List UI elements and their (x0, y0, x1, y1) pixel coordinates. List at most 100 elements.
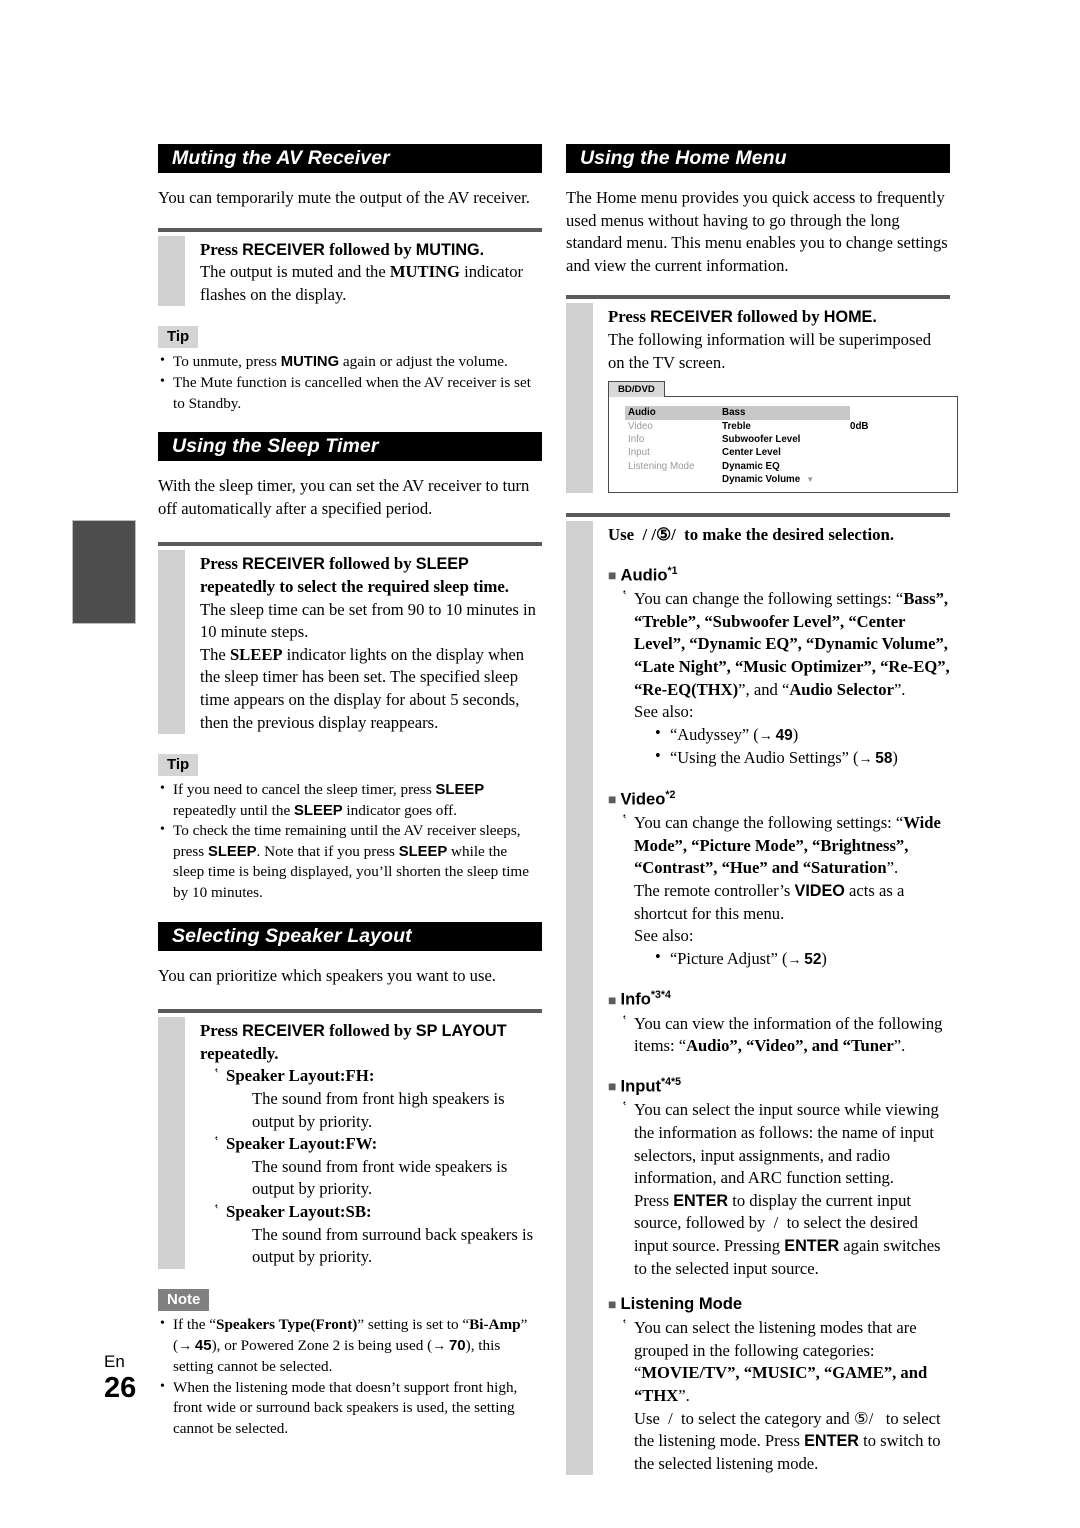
note-badge: Note (158, 1288, 210, 1311)
setting-bi-amp: Bi-Amp (469, 1315, 521, 1333)
osd-menu-item-info: Info (628, 433, 645, 445)
arrow-right-icon: → (432, 1337, 449, 1354)
tip-seg-a: If you need to cancel the sleep timer, p… (173, 781, 436, 799)
osd-input-tab-bd-dvd: BD/DVD (608, 381, 665, 398)
footnote-marker: *3*4 (650, 989, 671, 1002)
para-pre-text: You can change the following settings: “ (634, 813, 904, 833)
muting-tip-block: Tip To unmute, press MUTING again or adj… (158, 326, 542, 414)
osd-setting-bass: Bass (722, 406, 850, 420)
section-heading-muting: Muting the AV Receiver (158, 144, 542, 173)
audio-see-also-label: See also: (634, 702, 694, 722)
osd-menu-item-video: Video (628, 420, 653, 432)
lead-post-text: repeatedly to select the required sleep … (200, 576, 509, 596)
subsection-heading-input: ■ Input*4*5 (608, 1075, 682, 1096)
page-number: 26 (104, 1372, 137, 1404)
video-settings-paragraph: ‛ You can change the following settings: … (608, 812, 950, 880)
list-item: “Picture Adjust” (→ 52) (654, 946, 950, 971)
cursor-separator: / (671, 525, 676, 545)
video-shortcut-paragraph: The remote controller’s VIDEO acts as a … (608, 880, 950, 925)
osd-tab-row: BD/DVD (608, 380, 958, 398)
para-text: You can select the input source while vi… (634, 1100, 939, 1188)
osd-value-column: 0dB (850, 406, 920, 486)
key-receiver: RECEIVER (242, 240, 325, 259)
section-heading-speaker-layout: Selecting Speaker Layout (158, 921, 542, 951)
square-bullet-icon: ■ (608, 791, 617, 808)
home-step-lead: Press RECEIVER followed by HOME. (608, 306, 950, 329)
muting-procedure-step: Press RECEIVER followed by MUTING. The o… (158, 227, 542, 307)
osd-setting-dynamic-volume: Dynamic Volume ▼ (722, 474, 815, 486)
para-mid-text: ”, and “ (738, 679, 790, 699)
osd-value-0db: 0dB (850, 420, 869, 432)
list-item: “Audyssey” (→ 49) (654, 722, 950, 747)
page-edge-tab-marker (72, 520, 136, 624)
list-item: If you need to cancel the sleep timer, p… (158, 779, 542, 821)
lead-pre-text: Press (608, 307, 651, 327)
see-also-close: ) (792, 724, 799, 744)
indicator-muting: MUTING (389, 262, 460, 282)
tick-marker-icon: ‛ (622, 1317, 627, 1334)
tick-marker-icon: ‛ (214, 1134, 219, 1151)
speaker-intro-paragraph: You can prioritize which speakers you wa… (158, 965, 496, 985)
layout-desc: The sound from front high speakers is ou… (252, 1089, 505, 1131)
key-muting: MUTING (280, 354, 340, 371)
muting-intro-paragraph: You can temporarily mute the output of t… (158, 188, 530, 207)
subsection-heading-listening-mode: ■ Listening Mode (608, 1294, 743, 1314)
cursor-separator: / (642, 525, 648, 545)
osd-setting-treble: Treble (722, 420, 751, 432)
section-heading-home-menu: Using the Home Menu (566, 144, 950, 173)
tick-marker-icon: ‛ (622, 1012, 627, 1029)
listening-mode-usage-paragraph: Use / to select the category and ⑤/ to s… (608, 1408, 950, 1476)
indicator-sleep: SLEEP (229, 644, 283, 664)
speaker-procedure-step: Press RECEIVER followed by SP LAYOUT rep… (158, 1009, 542, 1269)
use-step-lead: Use / /⑤/ to make the desired selection. (608, 524, 950, 547)
osd-tab-filler (664, 380, 958, 398)
key-home: HOME. (823, 308, 877, 327)
page-ref: 52 (804, 950, 822, 968)
speaker-note-block: Note If the “Speakers Type(Front)” setti… (158, 1288, 542, 1440)
key-enter: ENTER (804, 1432, 859, 1451)
osd-menu-item-listening-mode: Listening Mode (628, 460, 695, 472)
sleep-step-lead: Press RECEIVER followed by SLEEP repeate… (200, 553, 542, 598)
layout-term: ‛ Speaker Layout:SB: (214, 1201, 542, 1224)
osd-settings-column: Bass Treble Subwoofer Level Center Level… (722, 406, 850, 486)
layout-desc: The sound from surround back speakers is… (252, 1224, 534, 1267)
square-bullet-icon: ■ (608, 1078, 617, 1095)
para-end-text: ”. (678, 1385, 690, 1405)
key-sleep: SLEEP (415, 555, 469, 574)
osd-value-spacer (850, 406, 920, 419)
page-ref: 49 (775, 726, 793, 744)
listening-mode-categories-paragraph: ‛ You can select the listening modes that… (608, 1317, 950, 1407)
layout-term: ‛ Speaker Layout:FW: (214, 1133, 542, 1156)
shortcut-pre-text: The remote controller’s (634, 880, 795, 900)
key-sleep: SLEEP (398, 843, 448, 860)
footer-language-code: En (104, 1352, 125, 1371)
tick-marker-icon: ‛ (622, 1099, 627, 1116)
osd-menu-columns: Audio Video Info Input Listening Mode Ba… (609, 406, 957, 486)
home-menu-intro-paragraph: The Home menu provides you quick access … (566, 188, 948, 275)
tick-marker-icon: ‛ (622, 588, 627, 605)
para-end-text: ”. (886, 858, 899, 878)
subsection-heading-audio: ■ Audio*1 (608, 564, 678, 585)
para-pre-text: You can change the following settings: “ (634, 589, 904, 609)
para-pre-text: The (200, 644, 230, 664)
key-enter: ENTER (673, 1191, 729, 1210)
tip-text-pre: To unmute, press (173, 353, 281, 371)
tip-seg-b: . Note that if you press (256, 842, 399, 860)
key-video: VIDEO (794, 881, 845, 900)
list-item: If the “Speakers Type(Front)” setting is… (158, 1314, 542, 1378)
osd-menu-item-audio: Audio (625, 406, 722, 420)
osd-setting-center-level: Center Level (722, 447, 781, 459)
right-column: Using the Home Menu The Home menu provid… (566, 144, 958, 1495)
lead-pre-text: Press (200, 554, 243, 574)
speaker-layout-definition-list: ‛ Speaker Layout:FH: The sound from front… (214, 1065, 542, 1268)
layout-term: ‛ Speaker Layout:FH: (214, 1065, 542, 1088)
para-end-text: ”. (893, 679, 906, 699)
footnote-marker: *4*5 (661, 1075, 682, 1088)
sleep-tip-list: If you need to cancel the sleep timer, p… (158, 779, 542, 904)
lead-mid-text: followed by (324, 1021, 416, 1041)
tick-marker-icon: ‛ (214, 1202, 219, 1218)
note-text: When the listening mode that doesn’t sup… (173, 1378, 518, 1437)
section-heading-sleep-timer: Using the Sleep Timer (158, 432, 542, 462)
square-bullet-icon: ■ (608, 991, 617, 1008)
seg-a: Use (634, 1408, 664, 1428)
